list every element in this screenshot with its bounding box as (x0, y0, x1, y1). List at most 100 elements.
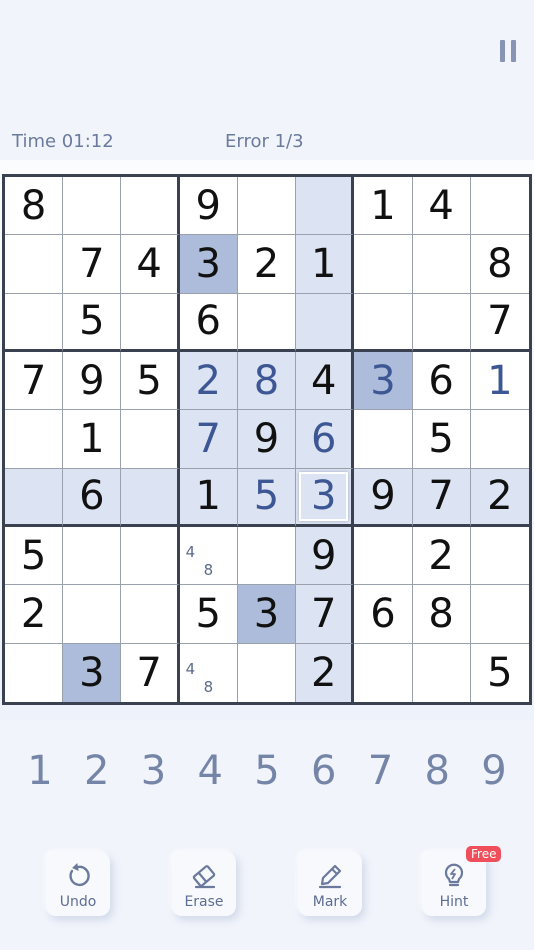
undo-label: Undo (59, 894, 97, 910)
cell-r2c8[interactable] (412, 235, 471, 294)
cell-r6c4[interactable]: 1 (179, 468, 238, 527)
cell-r1c4[interactable]: 9 (179, 177, 238, 236)
numpad-key-5[interactable]: 5 (239, 748, 295, 798)
numpad-key-3[interactable]: 3 (126, 748, 182, 798)
cell-r9c5[interactable] (238, 643, 297, 702)
cell-r4c2[interactable]: 9 (63, 351, 122, 411)
cell-r2c5[interactable]: 2 (237, 235, 297, 294)
cell-r7c1[interactable]: 5 (5, 526, 64, 586)
cell-r9c9[interactable]: 5 (471, 644, 529, 702)
cell-r6c8[interactable]: 7 (412, 468, 471, 527)
cell-r3c4[interactable]: 6 (179, 293, 238, 352)
cell-r8c7[interactable]: 6 (354, 585, 413, 644)
cell-r3c8[interactable] (412, 293, 471, 352)
cell-r7c9[interactable] (470, 527, 529, 586)
cell-r3c3[interactable] (121, 293, 180, 352)
cell-r8c2[interactable] (63, 585, 122, 644)
cell-r9c6[interactable]: 2 (296, 643, 355, 702)
cell-r4c3[interactable]: 5 (121, 351, 180, 411)
note-digit: 4 (185, 659, 196, 678)
cell-r1c1[interactable]: 8 (5, 177, 64, 236)
cell-r5c7[interactable] (354, 410, 413, 469)
cell-r1c5[interactable] (237, 177, 297, 236)
cell-r5c2[interactable]: 1 (63, 410, 122, 469)
numpad-key-1[interactable]: 1 (12, 748, 68, 798)
numpad-key-4[interactable]: 4 (182, 748, 238, 798)
cell-r3c5[interactable] (237, 293, 297, 352)
cell-r9c1[interactable] (5, 643, 64, 702)
cell-r5c3[interactable] (121, 410, 180, 469)
hint-button[interactable]: Hint Free (422, 846, 502, 916)
cell-r2c1[interactable] (5, 235, 64, 294)
cell-r4c1[interactable]: 7 (5, 351, 64, 411)
cell-r1c3[interactable] (121, 177, 180, 236)
cell-r6c7[interactable]: 9 (354, 468, 413, 527)
cell-r6c5[interactable]: 5 (237, 468, 297, 527)
cell-r4c4[interactable]: 2 (179, 351, 238, 411)
cell-r9c3[interactable]: 7 (121, 643, 180, 702)
cell-r7c6[interactable]: 9 (296, 526, 355, 586)
cell-r4c7[interactable]: 3 (354, 351, 413, 411)
pencil-icon (318, 864, 342, 889)
cell-r8c4[interactable]: 5 (179, 585, 238, 644)
cell-r3c1[interactable] (5, 293, 64, 352)
cell-r9c8[interactable] (413, 643, 471, 702)
cell-r2c7[interactable] (354, 235, 413, 294)
numpad-key-9[interactable]: 9 (466, 748, 522, 798)
erase-button[interactable]: Erase (172, 852, 236, 916)
cell-r1c9[interactable] (470, 177, 529, 236)
cell-r5c4[interactable]: 7 (179, 410, 238, 469)
cell-r2c6[interactable]: 1 (296, 235, 355, 294)
cell-r9c2[interactable]: 3 (63, 643, 122, 702)
undo-button[interactable]: Undo (46, 852, 110, 916)
numpad-key-6[interactable]: 6 (296, 748, 352, 798)
cell-r8c6[interactable]: 7 (296, 585, 355, 644)
cell-r1c2[interactable] (63, 177, 122, 236)
cell-r8c8[interactable]: 8 (412, 585, 471, 644)
cell-r6c3[interactable] (121, 468, 180, 527)
cell-r3c2[interactable]: 5 (63, 293, 122, 352)
mark-label: Mark (312, 894, 348, 910)
cell-r7c2[interactable] (63, 526, 122, 586)
cell-r8c1[interactable]: 2 (5, 585, 64, 644)
cell-r7c5[interactable] (237, 526, 297, 586)
cell-r5c6[interactable]: 6 (296, 410, 355, 469)
cell-r6c1[interactable] (5, 468, 64, 527)
numpad-key-2[interactable]: 2 (69, 748, 125, 798)
cell-r1c7[interactable]: 1 (354, 177, 413, 236)
cell-r5c1[interactable] (5, 410, 64, 469)
cell-r7c8[interactable]: 2 (412, 526, 471, 586)
cell-r3c6[interactable] (296, 293, 355, 352)
cell-r2c3[interactable]: 4 (121, 235, 180, 294)
cell-r8c5[interactable]: 3 (237, 585, 297, 644)
cell-r9c4[interactable]: 48 (180, 643, 238, 702)
cell-r4c5[interactable]: 8 (237, 351, 297, 411)
cell-r1c6[interactable] (296, 177, 355, 236)
cell-r2c2[interactable]: 7 (63, 235, 122, 294)
cell-r6c2[interactable]: 6 (63, 468, 122, 527)
cell-r3c7[interactable] (354, 293, 413, 352)
cell-r7c4[interactable]: 48 (179, 526, 238, 586)
cell-r9c7[interactable] (354, 643, 413, 702)
mark-button[interactable]: Mark (298, 852, 362, 916)
cell-r1c8[interactable]: 4 (412, 177, 471, 236)
pause-button[interactable] (498, 40, 520, 62)
cell-r7c7[interactable] (354, 526, 413, 586)
cell-notes: 48 (180, 644, 237, 702)
cell-r5c8[interactable]: 5 (412, 410, 471, 469)
cell-r4c6[interactable]: 4 (296, 351, 355, 411)
cell-r7c3[interactable] (121, 526, 180, 586)
cell-r8c9[interactable] (470, 585, 529, 644)
cell-r2c4[interactable]: 3 (179, 235, 238, 294)
cell-r3c9[interactable]: 7 (470, 294, 529, 352)
cell-r6c9[interactable]: 2 (470, 468, 529, 527)
cell-r4c9[interactable]: 1 (470, 352, 529, 411)
cell-r6c6[interactable]: 3 (296, 468, 355, 527)
cell-r4c8[interactable]: 6 (412, 351, 471, 411)
cell-r5c9[interactable] (470, 410, 529, 469)
cell-r2c9[interactable]: 8 (470, 235, 529, 294)
cell-r8c3[interactable] (121, 585, 180, 644)
cell-r5c5[interactable]: 9 (237, 410, 297, 469)
numpad-key-8[interactable]: 8 (409, 748, 465, 798)
numpad-key-7[interactable]: 7 (353, 748, 409, 798)
